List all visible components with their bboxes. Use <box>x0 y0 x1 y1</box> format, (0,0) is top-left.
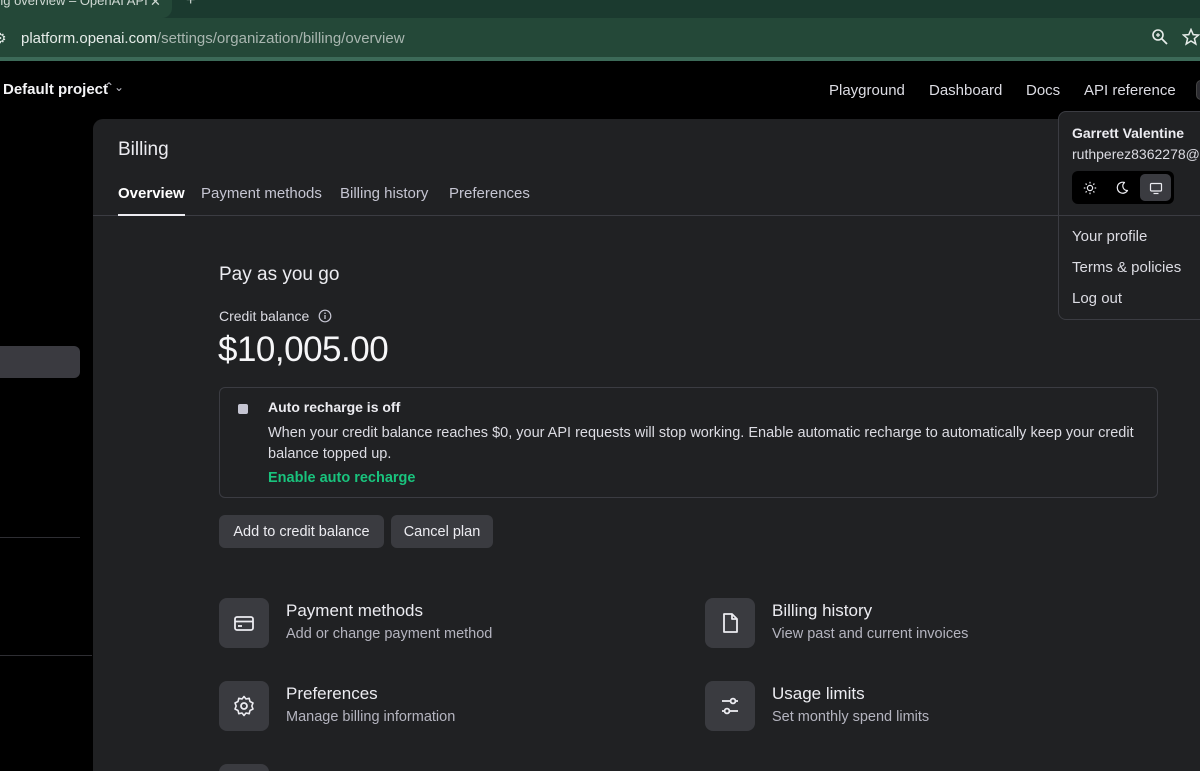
card-title: Billing history <box>772 601 873 620</box>
status-square-icon <box>238 404 248 414</box>
credit-card-icon <box>219 598 269 648</box>
url-path: /settings/organization/billing/overview <box>156 30 405 47</box>
credit-balance-label: Credit balance <box>219 308 310 324</box>
sliders-icon <box>705 681 755 731</box>
address-bar[interactable]: ⚙ platform.openai.com/settings/organizat… <box>0 18 1200 60</box>
project-selector[interactable]: Default project <box>3 81 108 98</box>
info-icon[interactable] <box>318 309 332 323</box>
menu-item-your-profile[interactable]: Your profile <box>1072 228 1147 245</box>
card-preferences[interactable]: Preferences Manage billing information <box>219 681 639 733</box>
zoom-icon[interactable] <box>1151 28 1171 48</box>
tab-overview[interactable]: Overview <box>118 185 185 216</box>
main-panel: Billing Overview Payment methods Billing… <box>93 119 1200 771</box>
site-settings-icon[interactable]: ⚙ <box>0 30 7 47</box>
card-partial[interactable] <box>219 764 269 771</box>
nav-dashboard[interactable]: Dashboard <box>929 82 1002 99</box>
new-tab-icon[interactable]: + <box>186 0 195 10</box>
card-subtitle: Add or change payment method <box>286 626 493 642</box>
app-header: Default project ⌃⌄ Playground Dashboard … <box>0 61 1200 119</box>
card-subtitle: Manage billing information <box>286 709 456 725</box>
user-name: Garrett Valentine <box>1072 125 1185 141</box>
card-subtitle: Set monthly spend limits <box>772 709 930 725</box>
credit-balance-amount: $10,005.00 <box>218 330 389 369</box>
sun-icon[interactable] <box>1074 174 1105 201</box>
user-email: ruthperez8362278@g <box>1072 146 1200 162</box>
auto-recharge-description: When your credit balance reaches $0, you… <box>268 425 1134 462</box>
gear-icon <box>219 681 269 731</box>
tab-preferences[interactable]: Preferences <box>449 185 530 216</box>
url-text[interactable]: platform.openai.com/settings/organizatio… <box>21 30 405 47</box>
moon-icon[interactable] <box>1106 174 1137 201</box>
card-subtitle: View past and current invoices <box>772 626 969 642</box>
nav-api-reference[interactable]: API reference <box>1084 82 1176 99</box>
theme-switcher <box>1072 171 1174 204</box>
plan-title: Pay as you go <box>219 264 340 285</box>
billing-tabs: Overview Payment methods Billing history… <box>93 185 1200 216</box>
browser-tab[interactable]: ng overview – OpenAI API ✕ <box>0 0 172 18</box>
document-icon <box>705 598 755 648</box>
nav-playground[interactable]: Playground <box>829 82 905 99</box>
card-title: Usage limits <box>772 684 865 703</box>
close-tab-icon[interactable]: ✕ <box>150 0 161 10</box>
card-usage-limits[interactable]: Usage limits Set monthly spend limits <box>705 681 1125 733</box>
chevron-updown-icon[interactable]: ⌃⌄ <box>104 80 124 94</box>
avatar[interactable] <box>1196 80 1200 100</box>
menu-divider <box>1059 215 1200 216</box>
sidebar-divider <box>0 655 92 656</box>
page-title: Billing <box>118 139 169 160</box>
auto-recharge-notice: Auto recharge is off When your credit ba… <box>219 387 1158 498</box>
add-to-credit-balance-button[interactable]: Add to credit balance <box>219 515 384 548</box>
card-title: Preferences <box>286 684 378 703</box>
menu-item-log-out[interactable]: Log out <box>1072 290 1122 307</box>
auto-recharge-title: Auto recharge is off <box>268 399 401 415</box>
url-host: platform.openai.com <box>21 30 157 47</box>
card-billing-history[interactable]: Billing history View past and current in… <box>705 598 1125 650</box>
bookmark-star-icon[interactable] <box>1181 27 1200 48</box>
tab-payment-methods[interactable]: Payment methods <box>201 185 322 216</box>
sidebar-divider <box>0 537 80 538</box>
nav-docs[interactable]: Docs <box>1026 82 1060 99</box>
cancel-plan-button[interactable]: Cancel plan <box>391 515 493 548</box>
menu-item-terms-policies[interactable]: Terms & policies <box>1072 259 1181 276</box>
enable-auto-recharge-link[interactable]: Enable auto recharge <box>268 470 415 486</box>
monitor-icon[interactable] <box>1140 174 1171 201</box>
sidebar-item-billing[interactable] <box>0 346 80 378</box>
card-payment-methods[interactable]: Payment methods Add or change payment me… <box>219 598 639 650</box>
browser-tab-title: ng overview – OpenAI API <box>0 0 148 8</box>
user-menu: Garrett Valentine ruthperez8362278@g You… <box>1058 111 1200 320</box>
browser-tabstrip: ng overview – OpenAI API ✕ + <box>0 0 1200 18</box>
tab-billing-history[interactable]: Billing history <box>340 185 428 216</box>
card-title: Payment methods <box>286 601 424 620</box>
